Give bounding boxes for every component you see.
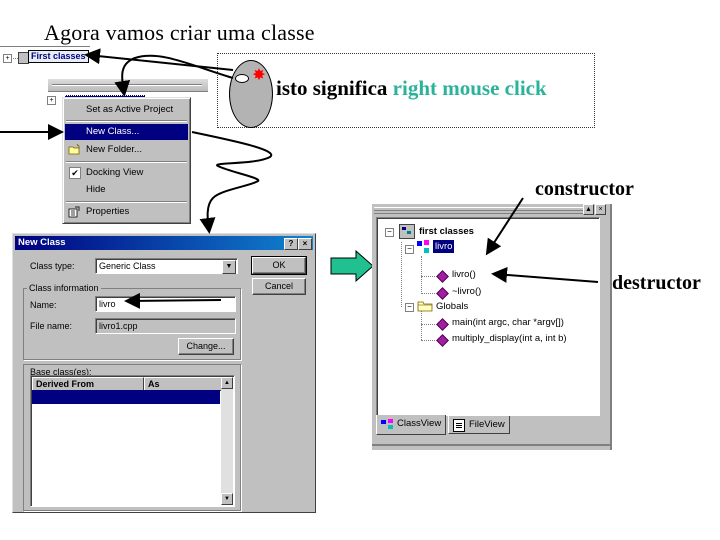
column-header-derived-from[interactable]: Derived From: [32, 377, 144, 391]
menu-separator: [66, 120, 187, 122]
slide-title: Agora vamos criar uma classe: [44, 20, 315, 45]
tab-label: ClassView: [397, 418, 442, 429]
tree-connector: [421, 293, 435, 294]
global-function-multiply-display[interactable]: multiply_display(int a, int b): [452, 332, 567, 345]
check-icon: ✔: [69, 167, 81, 179]
destructor-annotation: destructor: [612, 272, 701, 294]
workspace-root-label[interactable]: First classes: [28, 50, 89, 63]
menu-item-hide[interactable]: Hide: [65, 182, 188, 198]
global-function-main[interactable]: main(int argc, char *argv[]): [452, 316, 564, 329]
context-menu: Set as Active Project New Class... New F…: [62, 97, 191, 224]
tab-label: FileView: [469, 419, 505, 430]
menu-item-label: Set as Active Project: [86, 104, 174, 115]
function-icon: [436, 318, 449, 331]
file-name-field: livro1.cpp: [95, 318, 236, 334]
class-information-label: Class information: [27, 283, 101, 293]
properties-icon: [68, 206, 81, 218]
tree-connector: [421, 311, 422, 340]
method-icon: [436, 270, 449, 283]
file-name-label: File name:: [30, 321, 73, 331]
right-click-burst-icon: ✸: [252, 67, 266, 84]
workspace-icon: [399, 224, 415, 239]
menu-item-docking-view[interactable]: ✔ Docking View: [65, 165, 188, 181]
menu-item-set-active-project[interactable]: Set as Active Project: [65, 102, 188, 118]
divider: [372, 444, 612, 446]
column-header-as[interactable]: As: [144, 377, 223, 391]
callout-text: isto significa right mouse click: [276, 76, 547, 101]
name-label: Name:: [30, 300, 57, 310]
menu-item-label: Properties: [86, 206, 130, 217]
expand-icon[interactable]: +: [47, 96, 56, 105]
docking-grip[interactable]: [48, 78, 208, 92]
menu-item-label: Hide: [86, 184, 106, 195]
menu-item-label: New Class...: [86, 126, 140, 137]
menu-separator: [66, 201, 187, 203]
class-type-select[interactable]: Generic Class ▼: [95, 258, 238, 274]
class-type-label: Class type:: [30, 261, 75, 271]
class-type-value: Generic Class: [99, 261, 156, 271]
tree-connector: [421, 276, 435, 277]
class-icon: [417, 240, 431, 254]
tree-root[interactable]: first classes: [419, 225, 474, 238]
member-destructor[interactable]: ~livro(): [452, 285, 481, 298]
left-mouse-button: [235, 74, 249, 83]
grip-line: [374, 210, 584, 211]
maximize-icon[interactable]: ▲: [583, 204, 594, 215]
close-button[interactable]: ×: [298, 238, 312, 250]
base-classes-list[interactable]: Derived From As ▲ ▼: [30, 375, 235, 507]
scroll-up-icon[interactable]: ▲: [221, 377, 233, 389]
menu-item-label: New Folder...: [86, 144, 142, 155]
callout-highlight: right mouse click: [392, 76, 547, 100]
classview-icon: [381, 419, 395, 431]
new-folder-icon: [68, 143, 81, 156]
expand-icon[interactable]: +: [3, 54, 12, 63]
menu-item-new-folder[interactable]: New Folder...: [65, 142, 188, 158]
mouse-icon: ✸: [229, 60, 273, 128]
selected-row[interactable]: [32, 390, 220, 404]
tab-fileview[interactable]: FileView: [448, 416, 510, 434]
ok-button[interactable]: OK: [251, 256, 307, 275]
divider: [0, 46, 90, 47]
scrollbar[interactable]: ▲ ▼: [221, 377, 233, 505]
dialog-title: New Class: [18, 237, 66, 248]
folder-icon: [417, 300, 433, 312]
change-button[interactable]: Change...: [178, 338, 234, 355]
dialog-title-bar: New Class ? ×: [15, 236, 313, 250]
name-input[interactable]: livro: [95, 296, 236, 312]
class-view-panel: ▲ × − first classes − livro livro() ~liv…: [372, 204, 612, 450]
tab-classview[interactable]: ClassView: [376, 415, 447, 435]
menu-item-label: Docking View: [86, 167, 144, 178]
class-node-livro[interactable]: livro: [433, 240, 455, 253]
callout-prefix: isto significa: [276, 76, 388, 100]
arrow-to-first-classes: [84, 48, 234, 71]
green-arrow-icon: [330, 250, 374, 282]
file-name-value: livro1.cpp: [99, 321, 138, 331]
class-tree: − first classes − livro livro() ~livro()…: [376, 217, 600, 416]
close-icon[interactable]: ×: [595, 204, 606, 215]
chevron-down-icon[interactable]: ▼: [222, 260, 236, 274]
method-icon: [436, 287, 449, 300]
menu-separator: [66, 161, 187, 163]
scroll-down-icon[interactable]: ▼: [221, 493, 233, 505]
tree-connector: [401, 242, 402, 307]
tree-connector: [421, 256, 422, 294]
collapse-icon[interactable]: −: [385, 228, 394, 237]
member-constructor[interactable]: livro(): [452, 268, 476, 281]
tree-connector: [421, 340, 435, 341]
menu-item-properties[interactable]: Properties: [65, 204, 188, 220]
fileview-icon: [453, 419, 465, 432]
globals-node[interactable]: Globals: [436, 300, 468, 313]
constructor-annotation: constructor: [535, 178, 634, 200]
collapse-icon[interactable]: −: [405, 303, 414, 312]
function-icon: [436, 334, 449, 347]
menu-item-new-class[interactable]: New Class...: [65, 124, 188, 140]
collapse-icon[interactable]: −: [405, 245, 414, 254]
new-class-dialog: New Class ? × Class type: Generic Class …: [12, 233, 316, 513]
name-value: livro: [99, 299, 116, 309]
tree-connector: [421, 324, 435, 325]
arrow-to-dialog: [191, 131, 273, 234]
cancel-button[interactable]: Cancel: [252, 278, 306, 295]
help-button[interactable]: ?: [284, 238, 298, 250]
